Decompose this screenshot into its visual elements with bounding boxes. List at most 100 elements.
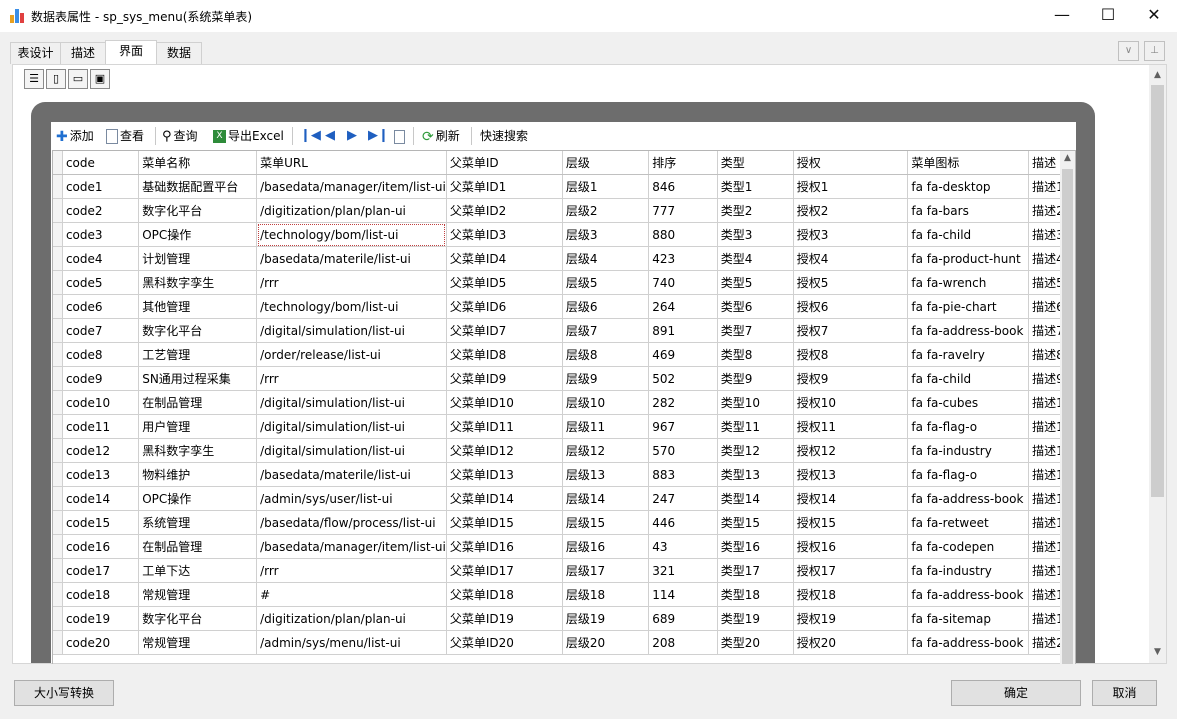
grid-cell[interactable]: /rrr bbox=[256, 366, 447, 391]
grid-cell[interactable]: 授权15 bbox=[793, 510, 909, 535]
grid-cell[interactable]: 父菜单ID6 bbox=[446, 294, 563, 319]
grid-cell[interactable]: 父菜单ID15 bbox=[446, 510, 563, 535]
grid-cell[interactable]: 43 bbox=[648, 534, 718, 559]
grid-cell[interactable]: 常规管理 bbox=[138, 582, 258, 607]
scroll-up-icon[interactable]: ▲ bbox=[1060, 151, 1075, 166]
grid-cell[interactable]: 类型18 bbox=[717, 582, 794, 607]
ok-button[interactable]: 确定 bbox=[951, 680, 1081, 706]
grid-cell[interactable]: 系统管理 bbox=[138, 510, 258, 535]
grid-cell[interactable]: code11 bbox=[62, 414, 140, 439]
grid-cell[interactable]: 883 bbox=[648, 462, 718, 487]
row-indicator[interactable] bbox=[53, 558, 63, 583]
pin-button[interactable]: ⊥ bbox=[1144, 41, 1165, 61]
row-indicator[interactable] bbox=[53, 318, 63, 343]
grid-cell[interactable]: code5 bbox=[62, 270, 140, 295]
grid-cell[interactable]: 授权18 bbox=[793, 582, 909, 607]
grid-cell[interactable]: fa fa-flag-o bbox=[907, 414, 1030, 439]
prev-page-button[interactable]: ◀ bbox=[325, 127, 335, 145]
row-indicator[interactable] bbox=[53, 270, 63, 295]
grid-cell[interactable]: fa fa-pie-chart bbox=[907, 294, 1030, 319]
grid-cell[interactable]: 类型20 bbox=[717, 630, 794, 655]
row-indicator[interactable] bbox=[53, 198, 63, 223]
grid-cell[interactable]: 父菜单ID10 bbox=[446, 390, 563, 415]
grid-cell[interactable]: /digital/simulation/list-ui bbox=[256, 318, 447, 343]
row-indicator[interactable] bbox=[53, 486, 63, 511]
grid-cell[interactable]: 类型7 bbox=[717, 318, 794, 343]
grid-cell[interactable]: fa fa-address-book bbox=[907, 318, 1030, 343]
grid-cell[interactable]: fa fa-codepen bbox=[907, 534, 1030, 559]
grid-cell[interactable]: code8 bbox=[62, 342, 140, 367]
view-button[interactable]: 查看 bbox=[106, 127, 144, 145]
grid-cell[interactable]: 授权11 bbox=[793, 414, 909, 439]
column-header[interactable]: code bbox=[62, 151, 140, 175]
grid-cell[interactable]: fa fa-address-book bbox=[907, 630, 1030, 655]
grid-cell[interactable]: /digital/simulation/list-ui bbox=[256, 438, 447, 463]
grid-cell[interactable]: 740 bbox=[648, 270, 718, 295]
grid-cell[interactable]: OPC操作 bbox=[138, 222, 258, 247]
grid-cell[interactable]: 黑科数字孪生 bbox=[138, 438, 258, 463]
grid-cell[interactable]: code2 bbox=[62, 198, 140, 223]
grid-cell[interactable]: 物料维护 bbox=[138, 462, 258, 487]
grid-cell[interactable]: /basedata/manager/item/list-ui bbox=[256, 534, 447, 559]
row-indicator[interactable] bbox=[53, 174, 63, 199]
grid-cell[interactable]: 321 bbox=[648, 558, 718, 583]
grid-cell[interactable]: 父菜单ID3 bbox=[446, 222, 563, 247]
grid-cell[interactable]: SN通用过程采集 bbox=[138, 366, 258, 391]
grid-cell[interactable]: fa fa-flag-o bbox=[907, 462, 1030, 487]
grid-cell[interactable]: 授权13 bbox=[793, 462, 909, 487]
grid-cell[interactable]: 授权6 bbox=[793, 294, 909, 319]
grid-cell[interactable]: fa fa-child bbox=[907, 222, 1030, 247]
grid-cell[interactable]: 数字化平台 bbox=[138, 318, 258, 343]
grid-cell[interactable]: code10 bbox=[62, 390, 140, 415]
row-indicator[interactable] bbox=[53, 462, 63, 487]
table-row[interactable]: code4 计划管理/basedata/materile/list-ui 父菜单ID… bbox=[53, 246, 1075, 271]
grid-cell[interactable]: 授权5 bbox=[793, 270, 909, 295]
minimize-button[interactable]: — bbox=[1039, 0, 1085, 32]
grid-cell[interactable]: 父菜单ID4 bbox=[446, 246, 563, 271]
grid-cell[interactable]: code19 bbox=[62, 606, 140, 631]
grid-cell[interactable]: 在制品管理 bbox=[138, 534, 258, 559]
column-header[interactable]: 菜单URL bbox=[256, 151, 447, 175]
grid-cell[interactable]: 父菜单ID16 bbox=[446, 534, 563, 559]
grid-cell[interactable]: 880 bbox=[648, 222, 718, 247]
close-button[interactable]: ✕ bbox=[1131, 0, 1177, 32]
grid-cell[interactable]: 授权3 bbox=[793, 222, 909, 247]
page-options-button[interactable] bbox=[394, 127, 407, 145]
grid-cell[interactable]: /rrr bbox=[256, 558, 447, 583]
grid-cell[interactable]: 层级15 bbox=[562, 510, 650, 535]
grid-cell[interactable]: 授权17 bbox=[793, 558, 909, 583]
grid-cell[interactable]: /digitization/plan/plan-ui bbox=[256, 606, 447, 631]
grid-cell[interactable]: 282 bbox=[648, 390, 718, 415]
tab-data[interactable]: 数据 bbox=[156, 42, 202, 64]
grid-cell[interactable]: 授权16 bbox=[793, 534, 909, 559]
grid-cell[interactable]: 469 bbox=[648, 342, 718, 367]
table-row[interactable]: code11 用户管理/digital/simulation/list-ui 父菜单… bbox=[53, 414, 1075, 439]
grid-cell[interactable]: fa fa-address-book bbox=[907, 582, 1030, 607]
grid-cell[interactable]: 父菜单ID18 bbox=[446, 582, 563, 607]
grid-cell[interactable]: 基础数据配置平台 bbox=[138, 174, 258, 199]
grid-cell[interactable]: 类型6 bbox=[717, 294, 794, 319]
grid-cell[interactable]: 类型16 bbox=[717, 534, 794, 559]
grid-cell[interactable]: 父菜单ID19 bbox=[446, 606, 563, 631]
grid-cell[interactable]: 层级19 bbox=[562, 606, 650, 631]
grid-cell[interactable]: fa fa-bars bbox=[907, 198, 1030, 223]
collapse-button[interactable]: ∨ bbox=[1118, 41, 1139, 61]
grid-cell[interactable]: 层级16 bbox=[562, 534, 650, 559]
grid-cell[interactable]: 授权19 bbox=[793, 606, 909, 631]
grid-cell[interactable]: 父菜单ID1 bbox=[446, 174, 563, 199]
table-row[interactable]: code3 OPC操作/technology/bom/list-ui 父菜单ID3 层… bbox=[53, 222, 1075, 247]
grid-cell[interactable]: /digital/simulation/list-ui bbox=[256, 414, 447, 439]
grid-cell[interactable]: 类型8 bbox=[717, 342, 794, 367]
grid-cell[interactable]: 类型1 bbox=[717, 174, 794, 199]
table-row[interactable]: code15 系统管理/basedata/flow/process/list-ui… bbox=[53, 510, 1075, 535]
grid-cell[interactable]: 层级20 bbox=[562, 630, 650, 655]
grid-cell[interactable]: code17 bbox=[62, 558, 140, 583]
table-row[interactable]: code7 数字化平台/digital/simulation/list-ui 父菜单… bbox=[53, 318, 1075, 343]
grid-cell[interactable]: /order/release/list-ui bbox=[256, 342, 447, 367]
grid-cell[interactable]: code1 bbox=[62, 174, 140, 199]
row-indicator[interactable] bbox=[53, 582, 63, 607]
grid-cell[interactable]: 247 bbox=[648, 486, 718, 511]
table-row[interactable]: code10 在制品管理/digital/simulation/list-ui 父菜… bbox=[53, 390, 1075, 415]
grid-cell[interactable]: 层级12 bbox=[562, 438, 650, 463]
grid-cell[interactable]: 类型14 bbox=[717, 486, 794, 511]
